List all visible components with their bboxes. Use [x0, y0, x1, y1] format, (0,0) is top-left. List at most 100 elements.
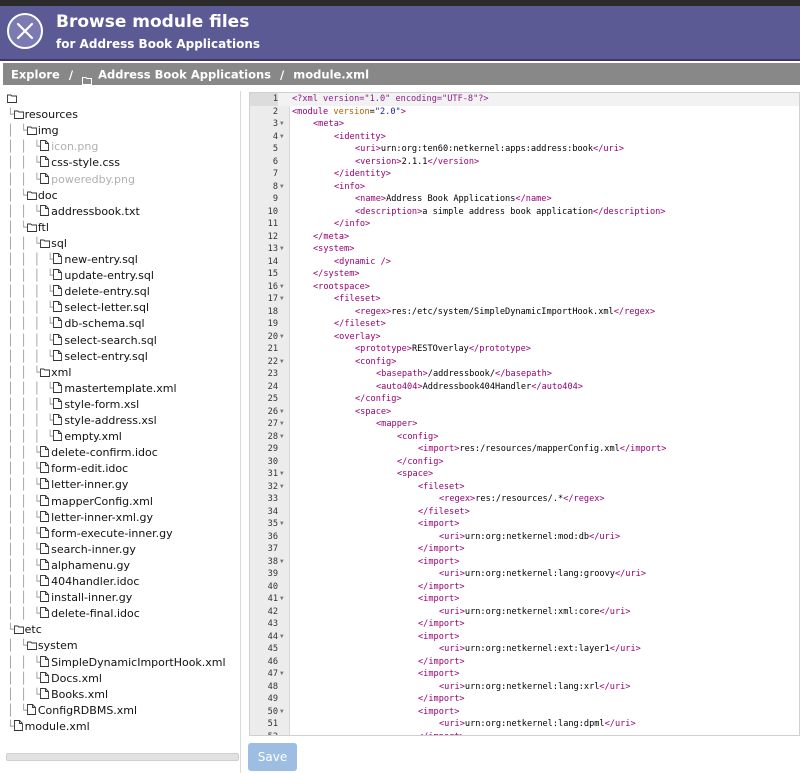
tree-file-item[interactable]: │ │ └ form-edit.idoc: [7, 461, 128, 477]
code-line[interactable]: 16 ▼ <rootspace>: [250, 281, 799, 294]
tree-file-item[interactable]: │ │ └ letter-inner.gy: [7, 477, 128, 493]
save-button[interactable]: Save: [248, 743, 297, 771]
tree-file-item[interactable]: │ │ │ └ db-schema.sql: [7, 316, 145, 332]
fold-arrow-icon[interactable]: ▼: [280, 481, 288, 494]
tree-horizontal-scrollbar[interactable]: [6, 753, 239, 761]
tree-file-item[interactable]: │ │ └ addressbook.txt: [7, 204, 140, 220]
code-line[interactable]: 10 <description>a simple address book app…: [250, 206, 799, 219]
code-line[interactable]: 18 <regex>res:/etc/system/SimpleDynamicIm…: [250, 306, 799, 319]
tree-file-item[interactable]: │ │ └ delete-confirm.idoc: [7, 445, 158, 461]
fold-arrow-icon[interactable]: ▼: [280, 356, 288, 369]
code-line[interactable]: 3 ▼ <meta>: [250, 118, 799, 131]
tree-file-item[interactable]: │ │ └ delete-final.idoc: [7, 606, 140, 622]
tree-file-item[interactable]: │ │ │ └ mastertemplate.xml: [7, 381, 177, 397]
tree-file-item[interactable]: │ │ └ alphamenu.gy: [7, 558, 130, 574]
fold-arrow-icon[interactable]: ▼: [280, 418, 288, 431]
code-line[interactable]: 45 <uri>urn:org:netkernel:ext:layer1</uri…: [250, 643, 799, 656]
code-line[interactable]: 48 <uri>urn:org:netkernel:lang:xrl</uri>: [250, 681, 799, 694]
code-line[interactable]: 26 ▼ <space>: [250, 406, 799, 419]
code-line[interactable]: 37 </import>: [250, 543, 799, 556]
code-line[interactable]: 6 <version>2.1.1</version>: [250, 156, 799, 169]
code-line[interactable]: 43 </import>: [250, 618, 799, 631]
code-line[interactable]: 21 <prototype>RESTOverlay</prototype>: [250, 343, 799, 356]
tree-file-item[interactable]: │ │ │ └ delete-entry.sql: [7, 284, 150, 300]
fold-arrow-icon[interactable]: ▼: [280, 281, 288, 294]
code-editor[interactable]: 1 <?xml version="1.0" encoding="UTF-8"?> 2…: [249, 92, 800, 736]
code-line[interactable]: 35 ▼ <import>: [250, 518, 799, 531]
fold-arrow-icon[interactable]: ▼: [280, 518, 288, 531]
code-line[interactable]: 27 ▼ <mapper>: [250, 418, 799, 431]
code-line[interactable]: 13 ▼ <system>: [250, 243, 799, 256]
fold-arrow-icon[interactable]: ▼: [280, 556, 288, 569]
tree-file-item[interactable]: │ │ └ SimpleDynamicImportHook.xml: [7, 655, 226, 671]
fold-arrow-icon[interactable]: ▼: [280, 118, 288, 131]
fold-arrow-icon[interactable]: ▼: [280, 593, 288, 606]
tree-file-item[interactable]: │ │ └ form-execute-inner.gy: [7, 526, 173, 542]
fold-arrow-icon[interactable]: ▼: [280, 406, 288, 419]
code-line[interactable]: 12 </meta>: [250, 231, 799, 244]
code-line[interactable]: 38 ▼ <import>: [250, 556, 799, 569]
code-line[interactable]: 50 ▼ <import>: [250, 706, 799, 719]
code-line[interactable]: 20 ▼ <overlay>: [250, 331, 799, 344]
fold-arrow-icon[interactable]: ▼: [280, 331, 288, 344]
tree-file-item[interactable]: │ │ │ └ select-entry.sql: [7, 349, 148, 365]
fold-arrow-icon[interactable]: ▼: [280, 706, 288, 719]
code-line[interactable]: 31 ▼ <space>: [250, 468, 799, 481]
tree-file-item[interactable]: │ │ │ └ update-entry.sql: [7, 268, 154, 284]
code-line[interactable]: 14 <dynamic />: [250, 256, 799, 269]
fold-arrow-icon[interactable]: ▼: [280, 468, 288, 481]
code-line[interactable]: 40 </import>: [250, 581, 799, 594]
fold-arrow-icon[interactable]: ▼: [280, 431, 288, 444]
code-line[interactable]: 22 ▼ <config>: [250, 356, 799, 369]
tree-folder-item[interactable]: └ resources: [7, 107, 78, 123]
code-line[interactable]: 34 </fileset>: [250, 506, 799, 519]
tree-file-item[interactable]: │ │ └ letter-inner-xml.gy: [7, 510, 153, 526]
code-line[interactable]: 8 ▼ <info>: [250, 181, 799, 194]
code-line[interactable]: 47 ▼ <import>: [250, 668, 799, 681]
code-line[interactable]: 7 </identity>: [250, 168, 799, 181]
code-line[interactable]: 17 ▼ <fileset>: [250, 293, 799, 306]
tree-file-item[interactable]: │ │ │ └ style-form.xsl: [7, 397, 139, 413]
tree-folder-item[interactable]: │ │ └ sql: [7, 236, 67, 252]
tree-file-item[interactable]: │ │ │ └ empty.xml: [7, 429, 122, 445]
code-line[interactable]: 28 ▼ <config>: [250, 431, 799, 444]
tree-file-item[interactable]: │ │ └ Books.xml: [7, 687, 108, 703]
code-line[interactable]: 29 <import>res:/resources/mapperConfig.xm…: [250, 443, 799, 456]
code-line[interactable]: 24 <auto404>Addressbook404Handler</auto40…: [250, 381, 799, 394]
tree-folder-item[interactable]: │ │ └ xml: [7, 365, 71, 381]
code-line[interactable]: 46 </import>: [250, 656, 799, 669]
code-line[interactable]: 1 <?xml version="1.0" encoding="UTF-8"?>: [250, 93, 799, 106]
code-line[interactable]: 30 </config>: [250, 456, 799, 469]
code-line[interactable]: 52 </import>: [250, 731, 799, 736]
code-line[interactable]: 41 ▼ <import>: [250, 593, 799, 606]
tree-file-item[interactable]: │ │ └ Docs.xml: [7, 671, 102, 687]
tree-file-item[interactable]: │ │ └ mapperConfig.xml: [7, 494, 153, 510]
tree-file-item[interactable]: │ │ └ icon.png: [7, 139, 98, 155]
tree-folder-item[interactable]: └ etc: [7, 622, 42, 638]
tree-file-item[interactable]: │ │ │ └ style-address.xsl: [7, 413, 157, 429]
code-line[interactable]: 25 </config>: [250, 393, 799, 406]
code-line[interactable]: 49 </import>: [250, 693, 799, 706]
tree-file-item[interactable]: │ │ └ poweredby.png: [7, 172, 135, 188]
close-circle-icon[interactable]: [7, 13, 43, 49]
fold-arrow-icon[interactable]: ▼: [280, 181, 288, 194]
code-line[interactable]: 33 <regex>res:/resources/.*</regex>: [250, 493, 799, 506]
tree-file-item[interactable]: │ │ │ └ new-entry.sql: [7, 252, 138, 268]
tree-folder-item[interactable]: │ └ doc: [7, 188, 58, 204]
code-line[interactable]: 32 ▼ <fileset>: [250, 481, 799, 494]
tree-file-item[interactable]: │ │ └ css-style.css: [7, 155, 120, 171]
code-line[interactable]: 9 <name>Address Book Applications</name>: [250, 193, 799, 206]
code-line[interactable]: 15 </system>: [250, 268, 799, 281]
tree-file-item[interactable]: │ │ │ └ select-search.sql: [7, 333, 157, 349]
tree-file-item[interactable]: │ │ └ search-inner.gy: [7, 542, 136, 558]
tree-file-item[interactable]: │ │ └ 404handler.idoc: [7, 574, 139, 590]
breadcrumb-explore[interactable]: Explore: [11, 68, 60, 82]
tree-file-item[interactable]: │ │ └ install-inner.gy: [7, 590, 132, 606]
tree-file-item[interactable]: │ │ │ └ select-letter.sql: [7, 300, 149, 316]
code-line[interactable]: 5 <uri>urn:org:ten60:netkernel:apps:addre…: [250, 143, 799, 156]
code-line[interactable]: 23 <basepath>/addressbook/</basepath>: [250, 368, 799, 381]
code-line[interactable]: 4 ▼ <identity>: [250, 131, 799, 144]
fold-arrow-icon[interactable]: ▼: [280, 293, 288, 306]
code-line[interactable]: 39 <uri>urn:org:netkernel:lang:groovy</ur…: [250, 568, 799, 581]
tree-folder-item[interactable]: │ └ img: [7, 123, 59, 139]
